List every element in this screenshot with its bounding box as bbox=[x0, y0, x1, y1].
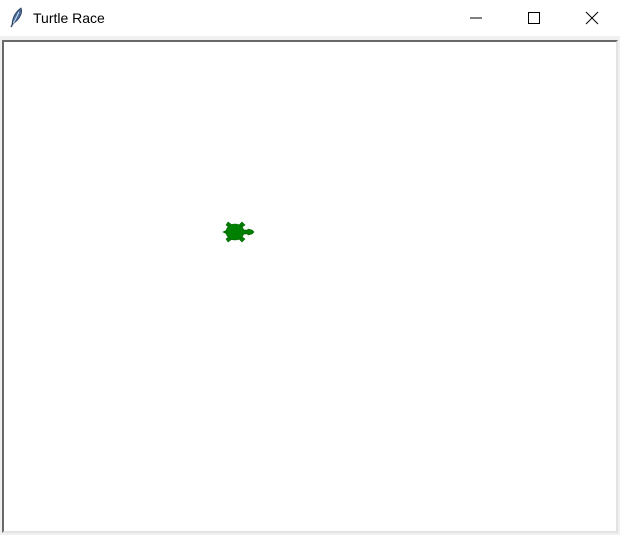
turtle-canvas[interactable] bbox=[4, 42, 616, 531]
close-icon bbox=[585, 11, 599, 25]
minimize-button[interactable] bbox=[447, 0, 505, 36]
close-button[interactable] bbox=[563, 0, 620, 36]
window-title: Turtle Race bbox=[33, 10, 105, 26]
app-window: Turtle Race bbox=[0, 0, 620, 535]
turtle-canvas-frame bbox=[2, 40, 618, 533]
title-bar[interactable]: Turtle Race bbox=[0, 0, 620, 36]
minimize-icon bbox=[470, 12, 482, 24]
turtle-icon bbox=[222, 219, 256, 245]
feather-icon[interactable] bbox=[8, 6, 26, 28]
maximize-button[interactable] bbox=[505, 0, 563, 36]
maximize-icon bbox=[528, 12, 540, 24]
